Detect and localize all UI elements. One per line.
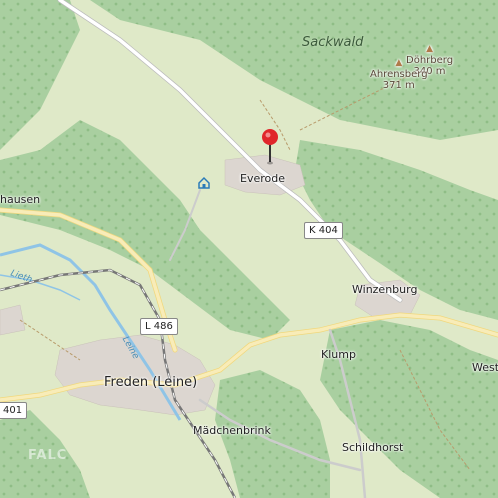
forest-label-sackwald: Sackwald xyxy=(302,35,364,50)
place-label-schildhorst[interactable]: Schildhorst xyxy=(342,441,403,454)
shelter-icon[interactable] xyxy=(197,176,211,190)
map-view[interactable]: Sackwald ▲ Döhrberg 340 m ▲ Ahrensberg 3… xyxy=(0,0,498,498)
peak-name: Ahrensberg xyxy=(370,69,428,80)
place-label-everode[interactable]: Everode xyxy=(240,172,285,185)
map-marker-pin-icon[interactable] xyxy=(261,128,279,166)
watermark: FALC xyxy=(28,448,68,463)
place-label-maedchenbrink[interactable]: Mädchenbrink xyxy=(193,424,271,437)
peak-label-ahrensberg: ▲ Ahrensberg 371 m xyxy=(370,58,428,91)
peak-triangle-icon: ▲ xyxy=(395,58,403,68)
place-label-freden[interactable]: Freden (Leine) xyxy=(104,375,197,390)
peak-elevation: 371 m xyxy=(382,80,415,91)
peak-triangle-icon: ▲ xyxy=(426,44,433,54)
place-label-klump[interactable]: Klump xyxy=(321,348,356,361)
road-shield-k404: K 404 xyxy=(304,222,343,239)
road-shield-l486: L 486 xyxy=(140,318,178,335)
place-label-west[interactable]: West xyxy=(472,361,498,374)
place-label-hausen[interactable]: hausen xyxy=(0,193,40,206)
place-label-winzenburg[interactable]: Winzenburg xyxy=(352,283,417,296)
road-shield-401: 401 xyxy=(0,402,28,419)
